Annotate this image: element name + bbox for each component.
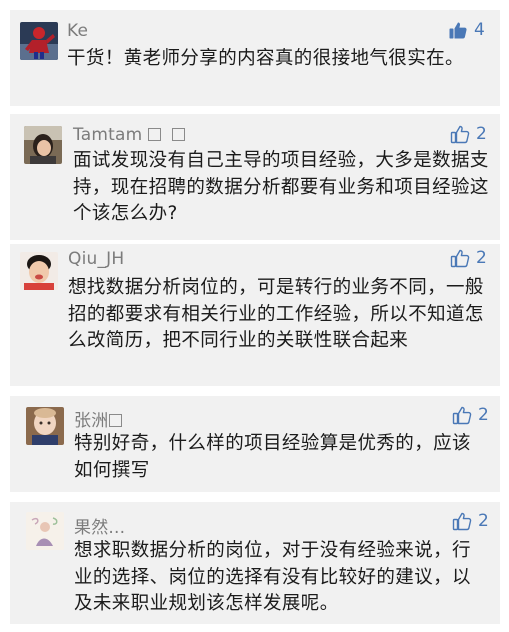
- comment-text: 面试发现没有自己主导的项目经验，大多是数据支持，现在招聘的数据分析都要有业务和项…: [73, 150, 489, 224]
- baby-photo-avatar-icon[interactable]: [26, 407, 64, 445]
- like-button[interactable]: 2: [450, 124, 487, 144]
- comment-text: 干货！黄老师分享的内容真的很接地气很实在。: [67, 48, 464, 69]
- like-count: 2: [476, 124, 487, 144]
- comment-card: Qiu_JH 2 想找数据分析岗位的，可是转行的业务不同，一般招的都要求有相关行…: [10, 244, 500, 386]
- comment-text: 想求职数据分析的岗位，对于没有经验来说，行业的选择、岗位的选择有没有比较好的建议…: [74, 540, 471, 614]
- illustration-avatar-icon[interactable]: [26, 512, 64, 550]
- girl-photo-avatar-icon[interactable]: [24, 126, 62, 164]
- unknown-glyph-icon: [148, 128, 162, 141]
- thumbs-up-outline-icon: [450, 249, 470, 268]
- thumbs-up-outline-icon: [452, 512, 472, 531]
- thumbs-up-outline-icon: [452, 406, 472, 425]
- comment-card: 张洲 2 特别好奇，什么样的项目经验算是优秀的，应该如何撰写: [10, 396, 500, 492]
- comment-text: 特别好奇，什么样的项目经验算是优秀的，应该如何撰写: [74, 433, 471, 481]
- commenter-name: Qiu_JH: [68, 249, 125, 269]
- like-button[interactable]: 2: [452, 511, 489, 531]
- comment-text: 想找数据分析岗位的，可是转行的业务不同，一般招的都要求有相关行业的工作经验，所以…: [68, 277, 484, 351]
- like-button[interactable]: 2: [450, 248, 487, 268]
- comment-card: Tamtam 2 面试发现没有自己主导的项目经验，大多是数据支持，现在招聘的数据…: [10, 114, 500, 240]
- child-photo-avatar-icon[interactable]: [20, 252, 58, 290]
- like-count: 2: [478, 511, 489, 531]
- like-button[interactable]: 4: [448, 20, 485, 40]
- like-count: 2: [478, 405, 489, 425]
- like-count: 4: [474, 20, 485, 40]
- like-count: 2: [476, 248, 487, 268]
- comment-card: Ke 4 干货！黄老师分享的内容真的很接地气很实在。: [10, 10, 500, 106]
- thumbs-up-filled-icon: [449, 22, 467, 39]
- like-button[interactable]: 2: [452, 405, 489, 425]
- unknown-glyph-icon: [109, 414, 123, 427]
- unknown-glyph-icon: [172, 128, 186, 141]
- superhero-avatar-icon[interactable]: [20, 22, 58, 60]
- commenter-name: 张洲: [74, 406, 123, 431]
- commenter-name: Ke: [67, 21, 89, 41]
- comment-card: 果然... 2 想求职数据分析的岗位，对于没有经验来说，行业的选择、岗位的选择有…: [10, 502, 500, 624]
- thumbs-up-outline-icon: [450, 125, 470, 144]
- commenter-name: 果然...: [74, 518, 126, 538]
- commenter-name: Tamtam: [73, 125, 186, 145]
